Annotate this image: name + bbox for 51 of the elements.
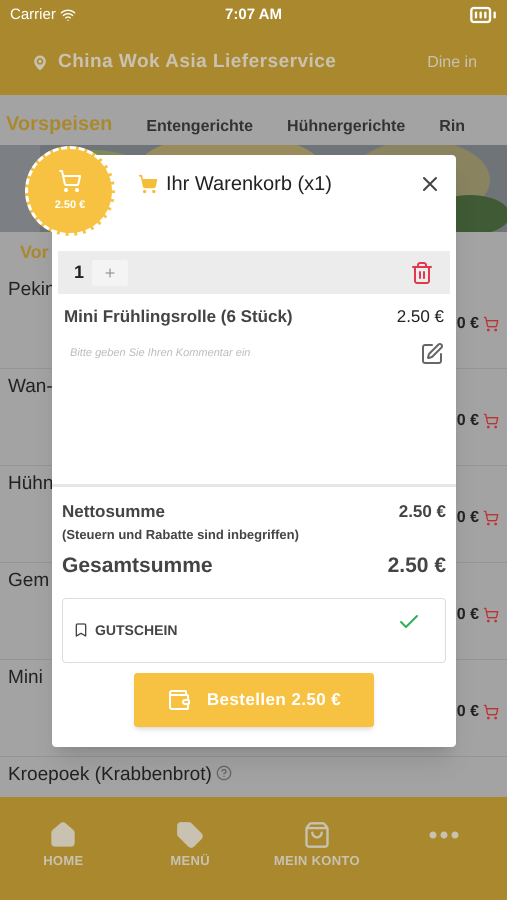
net-total-label: Nettosumme: [62, 501, 165, 523]
net-total-value: 2.50 €: [398, 501, 446, 523]
item-price: 2.50 €: [396, 306, 444, 328]
cart-icon[interactable]: [483, 510, 499, 526]
voucher-field[interactable]: GUTSCHEIN: [62, 598, 446, 662]
category-tab[interactable]: Hühnergerichte: [287, 115, 406, 139]
home-icon: [49, 821, 78, 849]
dish-price: 0 €: [456, 508, 479, 528]
restaurant-name: China Wok Asia Lieferservice: [58, 50, 336, 74]
cart-icon[interactable]: [483, 316, 499, 332]
cart-icon[interactable]: [483, 704, 499, 720]
increase-button[interactable]: +: [92, 260, 128, 286]
dish-name: Wan-: [8, 375, 53, 399]
dish-name: Mini: [8, 666, 43, 690]
dialog-title: Ihr Warenkorb (x1): [166, 172, 332, 197]
info-icon[interactable]: [216, 765, 232, 781]
dish-name: Hühn: [8, 472, 54, 496]
item-name: Mini Frühlingsrolle (6 Stück): [64, 306, 293, 328]
comment-field[interactable]: Bitte geben Sie Ihren Kommentar ein: [64, 345, 420, 362]
grand-total-value: 2.50 €: [388, 553, 446, 579]
more-icon: [428, 831, 459, 839]
delete-icon[interactable]: [410, 260, 434, 284]
quantity: 1: [74, 261, 84, 284]
dish-price: 0 €: [456, 411, 479, 431]
section-title: Vor: [20, 240, 49, 264]
edit-icon[interactable]: [420, 342, 444, 366]
dine-in-link[interactable]: Dine in: [427, 50, 477, 74]
nav-tab[interactable]: MEIN KONTO: [254, 821, 380, 900]
category-tab[interactable]: Entengerichte: [146, 115, 254, 139]
dish-price: 0 €: [456, 605, 479, 625]
clock: 7:07 AM: [225, 4, 282, 25]
shopping-bag-icon: [302, 821, 331, 849]
wifi-icon: [60, 7, 76, 23]
wallet-icon: [166, 688, 191, 712]
nav-tab[interactable]: HOME: [0, 821, 127, 900]
tax-note: (Steuern und Rabatte sind inbegriffen): [62, 526, 300, 544]
order-button[interactable]: Bestellen 2.50 €: [134, 672, 374, 726]
dish-price: 0 €: [456, 702, 479, 722]
grand-total-label: Gesamtsumme: [62, 553, 213, 579]
cart-icon[interactable]: [483, 413, 499, 429]
voucher-label: GUTSCHEIN: [95, 620, 178, 640]
cart-icon: [138, 174, 158, 194]
category-tab[interactable]: Rin: [439, 115, 466, 139]
dish-name: Gem: [8, 569, 50, 593]
carrier-label: Carrier: [10, 4, 56, 25]
dish-price: 0 €: [456, 314, 479, 334]
category-tab[interactable]: Vorspeisen: [6, 109, 112, 139]
tag-icon: [176, 821, 204, 849]
dish-name: Kroepoek (Krabbenbrot): [8, 763, 212, 787]
nav-tab[interactable]: MENÜ: [126, 821, 254, 900]
cart-icon[interactable]: [483, 607, 499, 623]
